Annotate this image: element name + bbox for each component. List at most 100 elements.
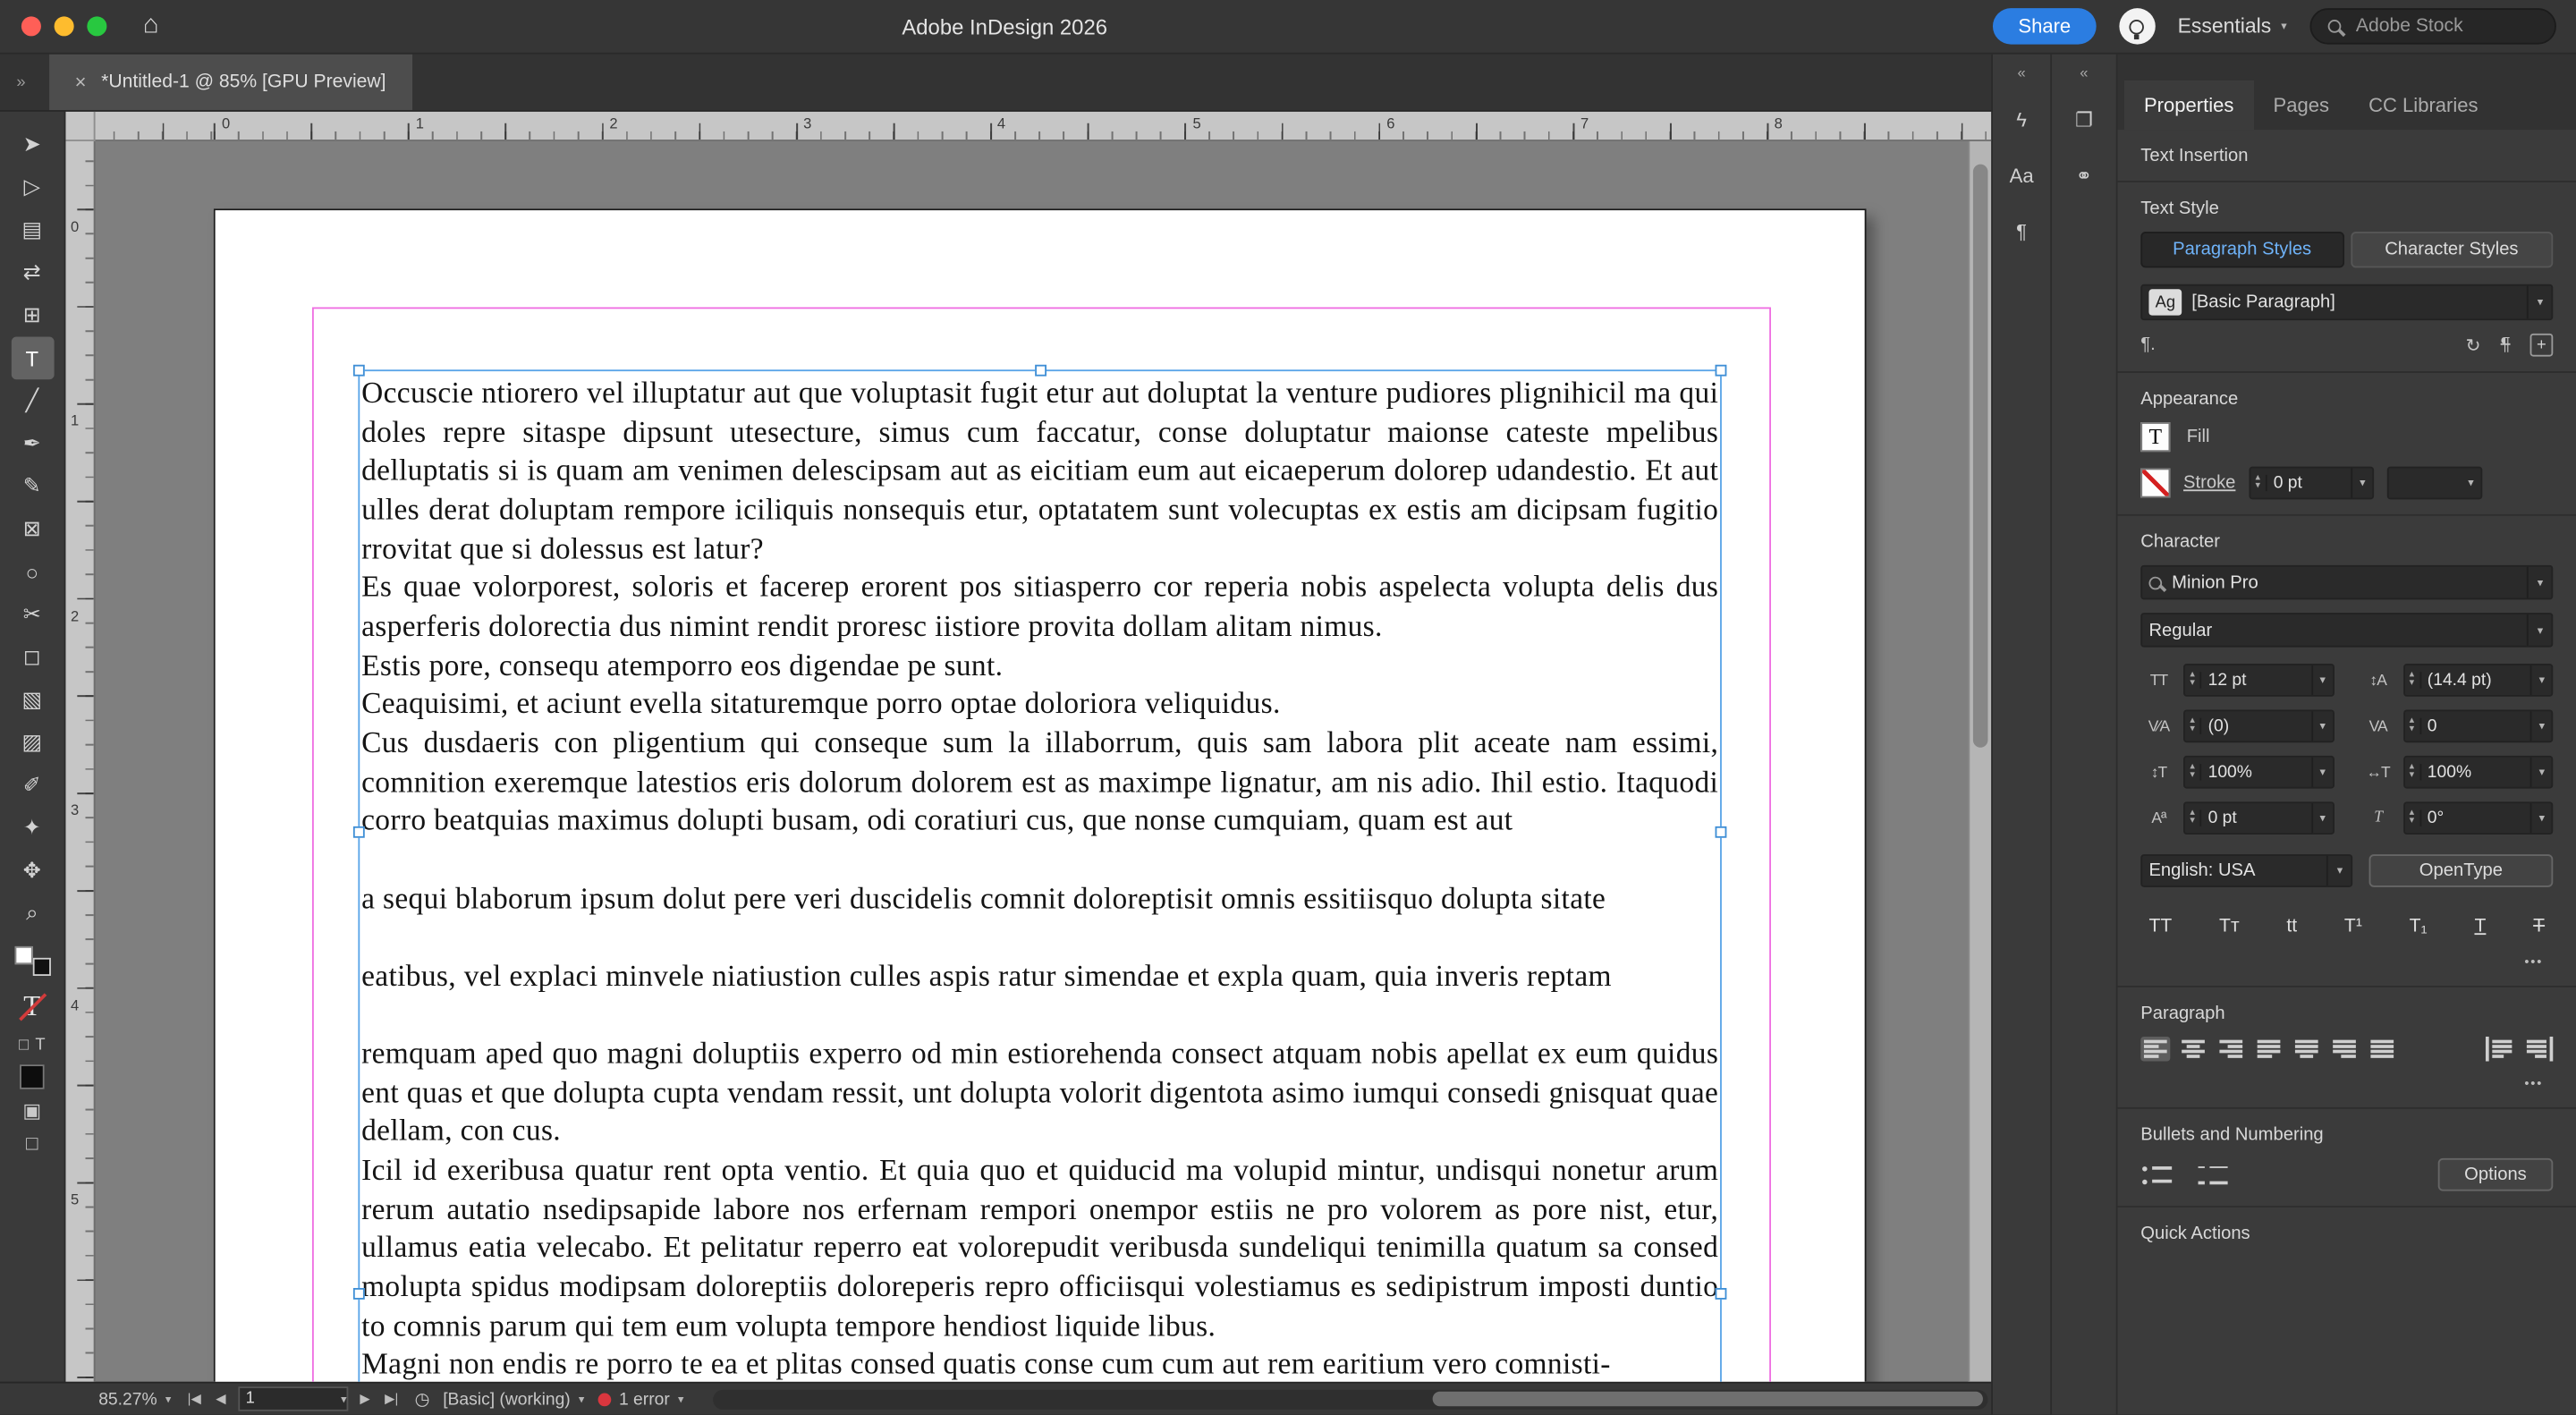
tab-pages[interactable]: Pages — [2253, 80, 2349, 130]
more-character-options-icon[interactable]: ••• — [2514, 953, 2553, 970]
skew-input[interactable]: ▴▾ 0° ▾ — [2402, 801, 2553, 835]
baseline-shift-input[interactable]: ▴▾ 0 pt ▾ — [2183, 801, 2334, 835]
tracking-input[interactable]: ▴▾ 0 ▾ — [2402, 709, 2553, 742]
horizontal-scale-input[interactable]: ▴▾ 100% ▾ — [2402, 756, 2553, 789]
strikethrough-button[interactable]: T — [2529, 913, 2550, 939]
align-center-button[interactable] — [2179, 1037, 2208, 1062]
vertical-scrollbar[interactable] — [1968, 141, 1991, 1382]
paragraph-style-dropdown[interactable]: Ag [Basic Paragraph] ▾ — [2140, 284, 2553, 320]
frame-handle[interactable] — [353, 365, 365, 377]
horizontal-scrollbar[interactable] — [713, 1390, 1987, 1410]
next-page-button[interactable]: ▶ — [357, 1392, 374, 1407]
close-window-button[interactable] — [21, 16, 41, 36]
bulleted-list-icon[interactable] — [2140, 1162, 2174, 1187]
frame-handle[interactable] — [1716, 1288, 1727, 1300]
gap-tool[interactable]: ⇄ — [11, 251, 54, 294]
pages-panel-icon[interactable]: ❐ — [2064, 100, 2104, 140]
fill-stroke-proxy[interactable] — [13, 945, 52, 978]
frame-handle[interactable] — [1716, 826, 1727, 838]
create-style-icon[interactable]: + — [2530, 334, 2554, 357]
links-panel-icon[interactable]: ⚭ — [2064, 156, 2104, 195]
collapse-dock-icon[interactable]: « — [2017, 64, 2025, 80]
preflight-error-dropdown[interactable]: 1 error ▾ — [597, 1390, 683, 1410]
adjust-layout-icon[interactable]: ϟ — [2002, 100, 2041, 140]
align-away-spine-button[interactable] — [2523, 1037, 2553, 1062]
stroke-swatch[interactable] — [2140, 468, 2170, 497]
panel-overflow-icon[interactable]: » — [0, 73, 48, 91]
frame-handle[interactable] — [353, 826, 365, 838]
clear-overrides-icon[interactable]: ¶ — [2501, 335, 2511, 355]
pasteboard[interactable]: Occuscie ntiorero vel illuptatur aut que… — [96, 141, 1969, 1382]
font-style-dropdown[interactable]: Regular ▾ — [2140, 613, 2553, 648]
align-toward-spine-button[interactable] — [2486, 1037, 2515, 1062]
tab-properties[interactable]: Properties — [2124, 80, 2254, 130]
adobe-stock-search[interactable] — [2309, 8, 2556, 44]
justify-last-right-button[interactable] — [2329, 1037, 2359, 1062]
learn-bulb-icon[interactable] — [2118, 8, 2154, 44]
note-tool[interactable]: ✐ — [11, 764, 54, 807]
gradient-feather-tool[interactable]: ▨ — [11, 721, 54, 764]
subscript-button[interactable]: T₁ — [2404, 913, 2432, 939]
horizontal-scrollbar-thumb[interactable] — [1433, 1392, 1983, 1407]
superscript-button[interactable]: T¹ — [2339, 913, 2367, 939]
frame-handle[interactable] — [1716, 365, 1727, 377]
first-page-button[interactable]: |◀ — [184, 1392, 204, 1407]
close-tab-icon[interactable]: × — [75, 71, 87, 94]
fullscreen-window-button[interactable] — [87, 16, 106, 36]
screen-mode-normal-icon[interactable]: ▣ — [22, 1099, 41, 1123]
fill-swatch[interactable]: T — [2140, 422, 2170, 452]
paragraph-panel-icon[interactable]: ¶ — [2002, 212, 2041, 251]
vertical-scrollbar-thumb[interactable] — [1973, 165, 1988, 748]
share-button[interactable]: Share — [1994, 8, 2096, 44]
numbered-list-icon[interactable] — [2197, 1162, 2230, 1187]
hand-tool[interactable]: ✥ — [11, 850, 54, 893]
paragraph-styles-button[interactable]: Paragraph Styles — [2140, 232, 2343, 267]
character-styles-button[interactable]: Character Styles — [2350, 232, 2553, 267]
workspace-switcher[interactable]: Essentials ▾ — [2178, 15, 2287, 38]
preflight-profile-dropdown[interactable]: [Basic] (working) ▾ — [443, 1390, 584, 1410]
home-icon[interactable]: ⌂ — [143, 12, 159, 41]
ellipse-tool[interactable]: ○ — [11, 550, 54, 593]
justify-last-center-button[interactable] — [2292, 1037, 2321, 1062]
page-tool[interactable]: ▤ — [11, 208, 54, 251]
stock-search-input[interactable] — [2352, 15, 2517, 38]
bullets-options-button[interactable]: Options — [2438, 1158, 2554, 1191]
minimize-window-button[interactable] — [55, 16, 74, 36]
redefine-style-icon[interactable]: ↻ — [2466, 335, 2481, 356]
leading-input[interactable]: ▴▾ (14.4 pt) ▾ — [2402, 664, 2553, 697]
more-paragraph-options-icon[interactable]: ••• — [2514, 1074, 2553, 1092]
align-left-button[interactable] — [2140, 1037, 2170, 1062]
screen-mode-preview-icon[interactable]: □ — [26, 1132, 38, 1156]
frame-handle[interactable] — [1035, 365, 1046, 377]
stroke-label[interactable]: Stroke — [2183, 473, 2235, 493]
pen-tool[interactable]: ✒ — [11, 422, 54, 465]
document-page[interactable]: Occuscie ntiorero vel illuptatur aut que… — [214, 208, 1867, 1382]
gradient-swatch-tool[interactable]: ▧ — [11, 679, 54, 722]
font-family-dropdown[interactable]: Minion Pro ▾ — [2140, 565, 2553, 600]
document-tab[interactable]: × *Untitled-1 @ 85% [GPU Preview] — [48, 55, 412, 110]
pencil-tool[interactable]: ✎ — [11, 465, 54, 508]
line-tool[interactable]: ╱ — [11, 379, 54, 422]
paragraph-mark-icon[interactable]: ¶. — [2140, 335, 2155, 355]
opentype-button[interactable]: OpenType — [2369, 854, 2554, 887]
previous-page-button[interactable]: ◀ — [213, 1392, 230, 1407]
stroke-type-dropdown[interactable]: ▾ — [2386, 467, 2482, 500]
language-dropdown[interactable]: English: USA ▾ — [2140, 854, 2352, 887]
ruler-origin-box[interactable] — [65, 112, 95, 141]
selection-tool[interactable]: ➤ — [11, 123, 54, 166]
rectangle-frame-tool[interactable]: ⊠ — [11, 508, 54, 551]
justify-all-button[interactable] — [2368, 1037, 2397, 1062]
all-caps-button[interactable]: TT — [2144, 913, 2177, 939]
small-caps-button[interactable]: Tᴛ — [2215, 913, 2245, 939]
scissors-tool[interactable]: ✂ — [11, 593, 54, 636]
text-frame[interactable]: Occuscie ntiorero vel illuptatur aut que… — [358, 369, 1721, 1382]
content-collector-tool[interactable]: ⊞ — [11, 294, 54, 337]
frame-options-icon[interactable]: Aa — [2002, 156, 2041, 195]
align-right-button[interactable] — [2216, 1037, 2246, 1062]
apply-color-button[interactable] — [20, 1064, 45, 1089]
underline-button[interactable]: T — [2470, 913, 2491, 939]
collapse-dock-icon[interactable]: « — [2080, 64, 2088, 80]
frame-handle[interactable] — [353, 1288, 365, 1300]
free-transform-tool[interactable]: ◻ — [11, 636, 54, 679]
type-tool[interactable]: T — [11, 337, 54, 380]
